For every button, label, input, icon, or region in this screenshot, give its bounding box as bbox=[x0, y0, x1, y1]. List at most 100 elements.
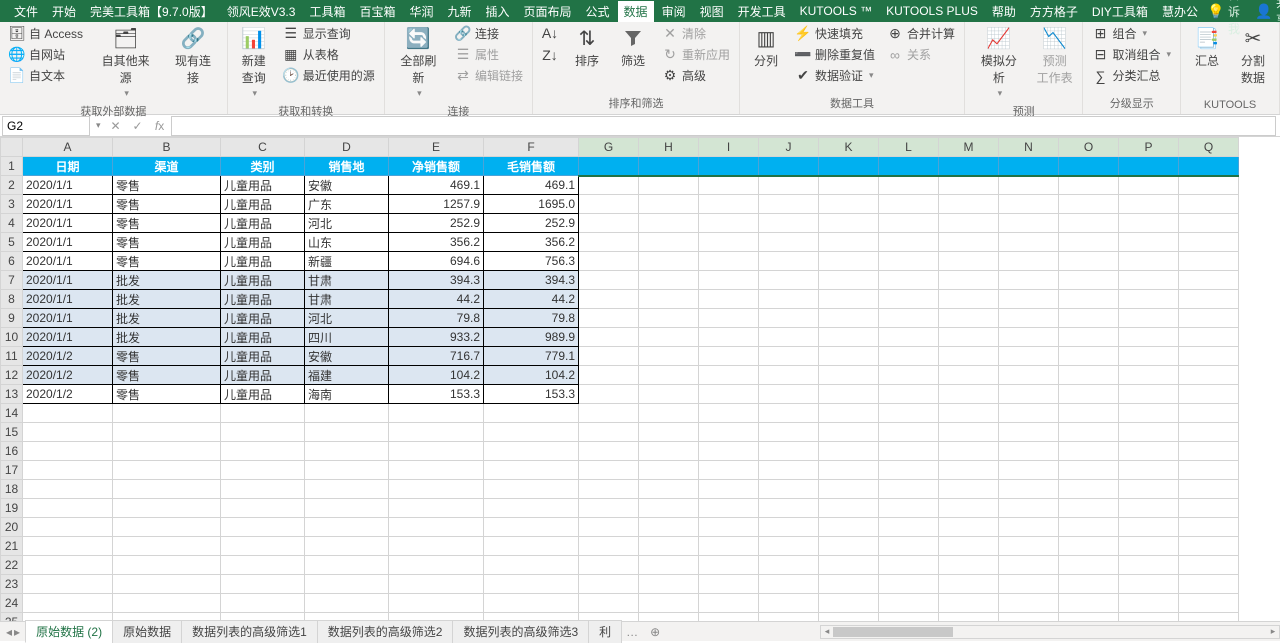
cell-K20[interactable] bbox=[819, 518, 879, 537]
cell-K4[interactable] bbox=[819, 214, 879, 233]
cell-I22[interactable] bbox=[699, 556, 759, 575]
cell-F21[interactable] bbox=[484, 537, 579, 556]
cell-L15[interactable] bbox=[879, 423, 939, 442]
col-header-D[interactable]: D bbox=[305, 138, 389, 157]
cell-J14[interactable] bbox=[759, 404, 819, 423]
cell-N24[interactable] bbox=[999, 594, 1059, 613]
cell-E22[interactable] bbox=[389, 556, 484, 575]
header-cell[interactable]: 毛销售额 bbox=[484, 157, 579, 176]
row-header-7[interactable]: 7 bbox=[1, 271, 23, 290]
cell-I19[interactable] bbox=[699, 499, 759, 518]
cell-L12[interactable] bbox=[879, 366, 939, 385]
cell-J22[interactable] bbox=[759, 556, 819, 575]
col-header-M[interactable]: M bbox=[939, 138, 999, 157]
cell-C7[interactable]: 儿童用品 bbox=[221, 271, 305, 290]
cell-G19[interactable] bbox=[579, 499, 639, 518]
cell-H5[interactable] bbox=[639, 233, 699, 252]
cell-Q20[interactable] bbox=[1179, 518, 1239, 537]
cell-N14[interactable] bbox=[999, 404, 1059, 423]
cell-B17[interactable] bbox=[113, 461, 221, 480]
cell-P21[interactable] bbox=[1119, 537, 1179, 556]
cell-E23[interactable] bbox=[389, 575, 484, 594]
cell-F9[interactable]: 79.8 bbox=[484, 309, 579, 328]
cell-K5[interactable] bbox=[819, 233, 879, 252]
cell-L16[interactable] bbox=[879, 442, 939, 461]
row-header-24[interactable]: 24 bbox=[1, 594, 23, 613]
cell-I18[interactable] bbox=[699, 480, 759, 499]
cell-O14[interactable] bbox=[1059, 404, 1119, 423]
cell-M9[interactable] bbox=[939, 309, 999, 328]
cell-D14[interactable] bbox=[305, 404, 389, 423]
cell-F11[interactable]: 779.1 bbox=[484, 347, 579, 366]
cell-F10[interactable]: 989.9 bbox=[484, 328, 579, 347]
cell-N5[interactable] bbox=[999, 233, 1059, 252]
cell-I12[interactable] bbox=[699, 366, 759, 385]
sheet-nav[interactable]: ◂ ▸ bbox=[0, 625, 26, 639]
cell-A17[interactable] bbox=[23, 461, 113, 480]
menu-tab-KUTOOLS PLUS[interactable]: KUTOOLS PLUS bbox=[880, 2, 984, 20]
cell-D11[interactable]: 安徽 bbox=[305, 347, 389, 366]
cell-J23[interactable] bbox=[759, 575, 819, 594]
cell-E4[interactable]: 252.9 bbox=[389, 214, 484, 233]
add-sheet-button[interactable]: ⊕ bbox=[642, 625, 668, 639]
cell-O9[interactable] bbox=[1059, 309, 1119, 328]
cell-M13[interactable] bbox=[939, 385, 999, 404]
cell-F3[interactable]: 1695.0 bbox=[484, 195, 579, 214]
cell-H16[interactable] bbox=[639, 442, 699, 461]
cell-E14[interactable] bbox=[389, 404, 484, 423]
cell-A22[interactable] bbox=[23, 556, 113, 575]
cell-G9[interactable] bbox=[579, 309, 639, 328]
sheet-tab-4[interactable]: 数据列表的高级筛选3 bbox=[452, 620, 589, 643]
cell-A19[interactable] bbox=[23, 499, 113, 518]
row-header-2[interactable]: 2 bbox=[1, 176, 23, 195]
cell-F7[interactable]: 394.3 bbox=[484, 271, 579, 290]
cell-A11[interactable]: 2020/1/2 bbox=[23, 347, 113, 366]
cell-E3[interactable]: 1257.9 bbox=[389, 195, 484, 214]
cell-M6[interactable] bbox=[939, 252, 999, 271]
cell-M20[interactable] bbox=[939, 518, 999, 537]
cell-O16[interactable] bbox=[1059, 442, 1119, 461]
cell-K2[interactable] bbox=[819, 176, 879, 195]
select-all-cell[interactable] bbox=[1, 138, 23, 157]
cell-O17[interactable] bbox=[1059, 461, 1119, 480]
cell-K15[interactable] bbox=[819, 423, 879, 442]
cell-Q4[interactable] bbox=[1179, 214, 1239, 233]
cell-F8[interactable]: 44.2 bbox=[484, 290, 579, 309]
cell-A15[interactable] bbox=[23, 423, 113, 442]
horizontal-scrollbar[interactable]: ◂ ▸ bbox=[820, 625, 1280, 639]
cell-A9[interactable]: 2020/1/1 bbox=[23, 309, 113, 328]
cell-J18[interactable] bbox=[759, 480, 819, 499]
cell-K3[interactable] bbox=[819, 195, 879, 214]
nav-last-icon[interactable]: ▸ bbox=[14, 625, 20, 639]
cell-N23[interactable] bbox=[999, 575, 1059, 594]
cell-J24[interactable] bbox=[759, 594, 819, 613]
header-cell[interactable]: 净销售额 bbox=[389, 157, 484, 176]
cell-D8[interactable]: 甘肃 bbox=[305, 290, 389, 309]
cell-E19[interactable] bbox=[389, 499, 484, 518]
cell-Q5[interactable] bbox=[1179, 233, 1239, 252]
cell-M24[interactable] bbox=[939, 594, 999, 613]
cell-Q6[interactable] bbox=[1179, 252, 1239, 271]
worksheet-grid[interactable]: ABCDEFGHIJKLMNOPQ1日期渠道类别销售地净销售额毛销售额22020… bbox=[0, 137, 1280, 621]
cell-K9[interactable] bbox=[819, 309, 879, 328]
cell-E10[interactable]: 933.2 bbox=[389, 328, 484, 347]
cell-Q24[interactable] bbox=[1179, 594, 1239, 613]
cell-N11[interactable] bbox=[999, 347, 1059, 366]
cell-O15[interactable] bbox=[1059, 423, 1119, 442]
cell-D19[interactable] bbox=[305, 499, 389, 518]
cell-J5[interactable] bbox=[759, 233, 819, 252]
cell-O7[interactable] bbox=[1059, 271, 1119, 290]
row-header-23[interactable]: 23 bbox=[1, 575, 23, 594]
cell-Q17[interactable] bbox=[1179, 461, 1239, 480]
cell-K16[interactable] bbox=[819, 442, 879, 461]
header-cell[interactable]: 渠道 bbox=[113, 157, 221, 176]
cell-F22[interactable] bbox=[484, 556, 579, 575]
cell-G6[interactable] bbox=[579, 252, 639, 271]
cell-M3[interactable] bbox=[939, 195, 999, 214]
cell-G8[interactable] bbox=[579, 290, 639, 309]
cell-P8[interactable] bbox=[1119, 290, 1179, 309]
cell-O4[interactable] bbox=[1059, 214, 1119, 233]
cell-N15[interactable] bbox=[999, 423, 1059, 442]
menu-tab-文件[interactable]: 文件 bbox=[8, 1, 44, 22]
cell-J15[interactable] bbox=[759, 423, 819, 442]
